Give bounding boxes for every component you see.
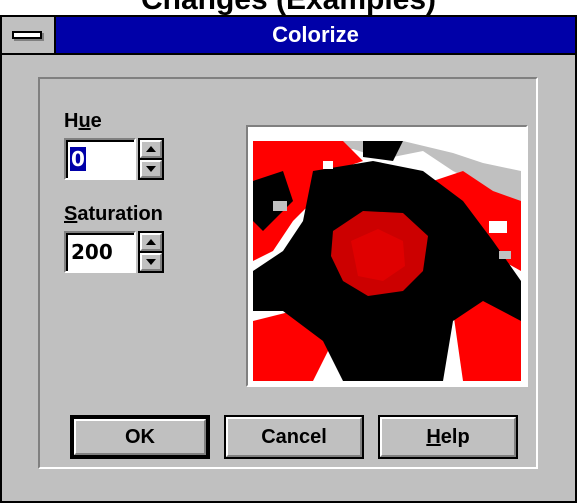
color-preview bbox=[246, 125, 528, 387]
system-menu-bar-icon bbox=[12, 31, 42, 39]
saturation-label-mnemonic: S bbox=[64, 203, 78, 225]
hue-label-part: e bbox=[90, 110, 102, 132]
ok-button[interactable]: OK bbox=[70, 415, 210, 459]
arrow-down-icon bbox=[146, 259, 156, 265]
help-button-label: Help bbox=[380, 417, 516, 457]
hue-label-mnemonic: u bbox=[78, 110, 91, 132]
dialog-title: Colorize bbox=[272, 22, 359, 47]
title-bar[interactable]: Colorize bbox=[2, 17, 575, 55]
saturation-spinner bbox=[138, 231, 164, 273]
saturation-label: Saturation bbox=[64, 203, 163, 226]
cancel-button-label: Cancel bbox=[261, 425, 327, 448]
hue-label-part: H bbox=[64, 110, 79, 132]
cancel-button[interactable]: Cancel bbox=[224, 415, 364, 459]
saturation-value: 200 bbox=[71, 240, 113, 264]
system-menu-button[interactable] bbox=[2, 17, 56, 53]
background-heading-text: Changes (Examples) bbox=[0, 0, 577, 16]
help-label-part: elp bbox=[440, 425, 470, 448]
preview-image bbox=[253, 141, 521, 381]
saturation-label-part: aturation bbox=[77, 203, 163, 225]
hue-increment-button[interactable] bbox=[140, 140, 162, 158]
background-heading-fragment: Changes (Examples) bbox=[0, 0, 577, 16]
hue-label: Hue bbox=[64, 110, 102, 133]
help-label-mnemonic: H bbox=[426, 425, 441, 448]
colorize-dialog: Colorize Hue 0 Saturation 200 OK Cancel … bbox=[0, 15, 577, 503]
saturation-increment-button[interactable] bbox=[140, 233, 162, 251]
saturation-input[interactable]: 200 bbox=[64, 231, 136, 273]
hue-input[interactable]: 0 bbox=[64, 138, 136, 180]
hue-spinner bbox=[138, 138, 164, 180]
hue-decrement-button[interactable] bbox=[140, 160, 162, 178]
arrow-up-icon bbox=[146, 146, 156, 152]
saturation-decrement-button[interactable] bbox=[140, 253, 162, 271]
help-button[interactable]: Help bbox=[378, 415, 518, 459]
arrow-down-icon bbox=[146, 166, 156, 172]
hue-value: 0 bbox=[70, 147, 86, 171]
arrow-up-icon bbox=[146, 239, 156, 245]
ok-button-label: OK bbox=[125, 425, 155, 448]
